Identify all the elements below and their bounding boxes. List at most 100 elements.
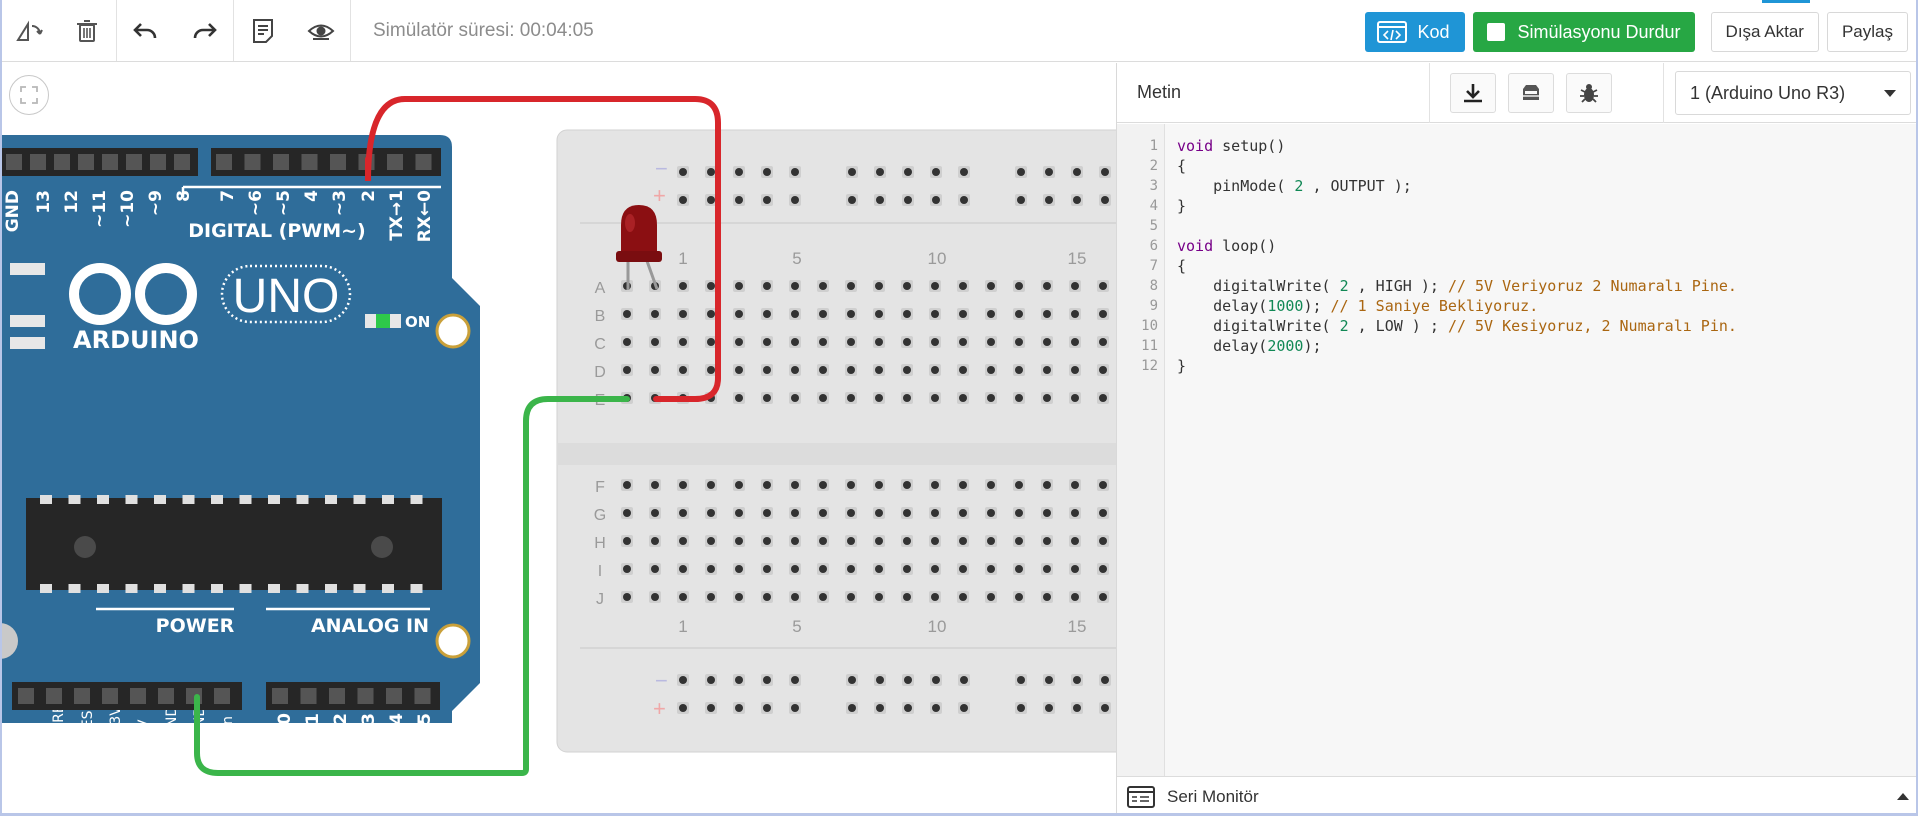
hole-dot xyxy=(987,366,995,374)
chip-pin xyxy=(68,584,81,593)
code-line: digitalWrite( 2 , HIGH ); // 5V Veriyoru… xyxy=(1177,276,1737,296)
hole-dot xyxy=(707,366,715,374)
code-token: delay( xyxy=(1177,297,1268,315)
chevron-down-icon xyxy=(1884,90,1896,97)
hole-dot xyxy=(651,310,659,318)
code-token: setup() xyxy=(1213,137,1286,155)
chip-pin xyxy=(40,495,52,504)
hole-dot xyxy=(651,537,659,545)
code-button[interactable]: Kod xyxy=(1365,12,1466,52)
hole-dot xyxy=(819,366,827,374)
hole-dot xyxy=(903,394,911,402)
export-button[interactable]: Dışa Aktar xyxy=(1710,12,1819,52)
hole-dot xyxy=(1043,565,1051,573)
hole-dot xyxy=(707,196,715,204)
hole-dot xyxy=(987,481,995,489)
delete-button[interactable] xyxy=(58,0,116,62)
hole-dot xyxy=(847,310,855,318)
code-token: // 1 Saniye Bekliyoruz. xyxy=(1330,297,1539,315)
hole-dot xyxy=(1101,676,1109,684)
hole-dot xyxy=(1099,509,1107,517)
digital-pin-label: 13 xyxy=(34,190,54,214)
hole-dot xyxy=(735,196,743,204)
hole-dot xyxy=(931,282,939,290)
hole-dot xyxy=(903,509,911,517)
hole-dot xyxy=(1071,565,1079,573)
hole-dot xyxy=(1071,537,1079,545)
hole-dot xyxy=(1015,481,1023,489)
hole-dot xyxy=(623,310,631,318)
hole-dot xyxy=(623,537,631,545)
code-token: digitalWrite( xyxy=(1177,317,1340,335)
bb-bottom-number: 15 xyxy=(1068,617,1087,636)
hole-dot xyxy=(931,481,939,489)
chip-pin xyxy=(410,584,423,593)
code-token: delay( xyxy=(1177,337,1268,355)
hole-dot xyxy=(651,565,659,573)
redo-button[interactable] xyxy=(175,0,233,62)
code-editor[interactable]: 1 2 3 4 5 6 7 8 9 10 11 12 void setup(){ pinMode( 2… xyxy=(1117,124,1918,776)
code-line: void setup() xyxy=(1177,136,1737,156)
hole-dot xyxy=(875,481,883,489)
hole-dot xyxy=(931,509,939,517)
hole-dot xyxy=(903,282,911,290)
hole-dot xyxy=(1015,338,1023,346)
circuit-scene: − + − + 1 5 10 15 1 5 10 15 A B C D E F … xyxy=(0,96,1116,776)
bug-icon xyxy=(1580,84,1598,103)
mount-hole xyxy=(435,313,471,349)
arduino-board[interactable]: GND 13 12 ~11 ~10 ~9 8 7 ~6 ~5 4 ~3 2 TX→1 RX←0 DIGITA… xyxy=(0,135,480,738)
header-slot xyxy=(174,154,190,170)
power-pin-label: 5V xyxy=(136,719,152,738)
chevron-up-icon[interactable] xyxy=(1897,793,1909,800)
code-text[interactable]: void setup(){ pinMode( 2 , OUTPUT );} voi… xyxy=(1165,124,1737,776)
hole-dot xyxy=(1015,394,1023,402)
library-button[interactable] xyxy=(1508,73,1554,113)
hole-dot xyxy=(931,310,939,318)
hole-dot xyxy=(791,676,799,684)
hole-dot xyxy=(679,338,687,346)
code-line: delay(1000); // 1 Saniye Bekliyoruz. xyxy=(1177,296,1737,316)
hole-dot xyxy=(987,565,995,573)
rotate-button[interactable] xyxy=(0,0,58,62)
hole-dot xyxy=(791,196,799,204)
hole-dot xyxy=(1101,168,1109,176)
download-button[interactable] xyxy=(1450,73,1496,113)
visibility-button[interactable] xyxy=(292,0,350,62)
code-token: } xyxy=(1177,197,1187,215)
hole-dot xyxy=(679,704,687,712)
notes-button[interactable] xyxy=(234,0,292,62)
undo-button[interactable] xyxy=(117,0,175,62)
hole-dot xyxy=(1017,168,1025,176)
chip-pin xyxy=(97,584,109,593)
power-led xyxy=(376,314,390,328)
hole-dot xyxy=(960,168,968,176)
hole-dot xyxy=(1015,593,1023,601)
hole-dot xyxy=(791,481,799,489)
code-token: 2 xyxy=(1339,317,1349,335)
serial-monitor-bar[interactable]: Seri Monitör xyxy=(1117,776,1918,816)
hole-dot xyxy=(735,676,743,684)
hole-dot xyxy=(959,338,967,346)
debugger-button[interactable] xyxy=(1566,73,1612,113)
history-tools xyxy=(117,0,234,61)
circuit-canvas[interactable]: − + − + 1 5 10 15 1 5 10 15 A B C D E F … xyxy=(0,63,1116,816)
stop-simulation-button[interactable]: Simülasyonu Durdur xyxy=(1473,12,1695,52)
hole-dot xyxy=(847,593,855,601)
hole-dot xyxy=(1099,310,1107,318)
hole-dot xyxy=(1099,394,1107,402)
arduino-brand: ARDUINO xyxy=(73,326,199,354)
header-slot xyxy=(6,154,22,170)
digital-pin-label: ~11 xyxy=(90,190,110,228)
header-slot xyxy=(54,154,70,170)
hole-dot xyxy=(904,196,912,204)
hole-dot xyxy=(1099,366,1107,374)
code-token: 2 xyxy=(1339,277,1349,295)
hole-dot xyxy=(848,196,856,204)
share-button[interactable]: Paylaş xyxy=(1826,12,1908,52)
hole-dot xyxy=(791,168,799,176)
device-select[interactable]: 1 (Arduino Uno R3) xyxy=(1675,71,1911,115)
chip-pin xyxy=(382,495,394,504)
hole-dot xyxy=(904,704,912,712)
rotate-icon xyxy=(16,20,43,41)
header-slot xyxy=(414,688,431,704)
